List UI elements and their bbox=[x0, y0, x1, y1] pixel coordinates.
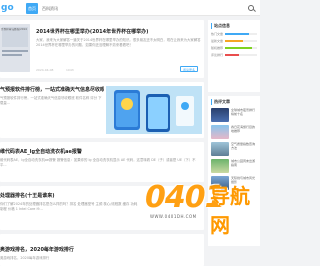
nav-item-baike[interactable]: 百科资讯 bbox=[42, 3, 58, 14]
stat-row[interactable]: 最新文章 bbox=[211, 39, 257, 43]
stat-bar bbox=[225, 40, 243, 42]
article-views: 1043 bbox=[66, 68, 74, 72]
stat-label: 评论排行 bbox=[211, 53, 224, 57]
article-summary: 气预报软件排行榜，一站式准确天气信息尽收眼底 软件名称 评分 下载量... bbox=[0, 96, 102, 105]
hot-article-item[interactable]: 春日花海旅行目的地推荐 bbox=[211, 125, 257, 139]
article-title[interactable]: 气预报软件排行榜，一站式准确天气信息尽收眼底 bbox=[0, 86, 104, 93]
hot-article-item[interactable]: 城市公园周末出游指南 bbox=[211, 159, 257, 173]
stat-bar bbox=[225, 33, 249, 35]
panel-title: 热评文章 bbox=[211, 99, 257, 105]
article-card[interactable]: 维代码表AE_lg全自动洗衣机ae报警 维代码表AE，lg全自动洗衣机ae报警 … bbox=[0, 142, 204, 182]
article-card[interactable]: 气预报软件排行榜，一站式准确天气信息尽收眼底 气预报软件排行榜，一站式准确天气信… bbox=[0, 82, 204, 138]
article-card[interactable]: 奥游戏排名，2020每年游戏排行 奥游戏排名，2020每年游戏排行 bbox=[0, 234, 204, 266]
stat-row[interactable]: 随机推荐 bbox=[211, 46, 257, 50]
site-logo[interactable]: go bbox=[1, 2, 14, 14]
article-title[interactable]: 奥游戏排名，2020每年游戏排行 bbox=[0, 246, 140, 253]
site-stats-panel: 站点信息 热门文章 最新文章 随机推荐 评论排行 bbox=[208, 20, 260, 92]
thumb-caption: 世界杯青岛赛程(2014 bbox=[1, 28, 27, 31]
article-title[interactable]: 2014世界杯在哪里举办(2014年世界杯在哪举办) bbox=[36, 28, 202, 35]
hot-article-title[interactable]: 城市公园周末出游指南 bbox=[229, 159, 257, 173]
hot-article-title[interactable]: 空气质量指数查询方法 bbox=[229, 142, 257, 156]
stat-row[interactable]: 热门文章 bbox=[211, 32, 257, 36]
article-card[interactable]: 世界杯青岛赛程(2014 2014世界杯在哪里举办(2014年世界杯在哪举办) … bbox=[0, 20, 204, 78]
stat-label: 最新文章 bbox=[211, 39, 224, 43]
article-summary: 大家，我来为大家解答一道关于2014世界杯在哪里举办的知识。很多朋友还不太明白，… bbox=[36, 38, 201, 47]
stat-label: 热门文章 bbox=[211, 32, 224, 36]
watermark-url: WWW.0401DH.COM bbox=[150, 214, 197, 219]
search-icon[interactable] bbox=[248, 5, 254, 11]
nav-item-home[interactable]: 首页 bbox=[26, 3, 38, 14]
top-navbar: go 首页 百科资讯 bbox=[0, 0, 260, 16]
hot-article-thumb[interactable] bbox=[211, 108, 229, 122]
article-title[interactable]: 处理器排名(十王是谁来) bbox=[0, 192, 140, 199]
hot-article-item[interactable]: 空气质量指数查询方法 bbox=[211, 142, 257, 156]
read-more-button[interactable]: 阅读更多 bbox=[180, 66, 199, 72]
article-summary: 奥游戏排名，2020每年游戏排行 bbox=[0, 256, 50, 260]
watermark-text: 导航网 bbox=[210, 184, 250, 237]
panel-title: 站点信息 bbox=[211, 23, 257, 29]
hot-article-thumb[interactable] bbox=[211, 125, 229, 139]
hot-article-thumb[interactable] bbox=[211, 142, 229, 156]
article-date: 2024-04-08 bbox=[36, 68, 54, 72]
stat-label: 随机推荐 bbox=[211, 46, 224, 50]
article-summary: 维代码表AE，lg全自动洗衣机ae报警 报警信息：如果你的 lg 全自动洗衣机显… bbox=[0, 158, 196, 167]
stat-bar bbox=[225, 54, 240, 56]
hot-article-item[interactable]: 全球城市夜景排行榜前十名 bbox=[211, 108, 257, 122]
hot-article-thumb[interactable] bbox=[211, 159, 229, 173]
hot-article-title[interactable]: 全球城市夜景排行榜前十名 bbox=[229, 108, 257, 122]
stat-row[interactable]: 评论排行 bbox=[211, 53, 257, 57]
article-title[interactable]: 维代码表AE_lg全自动洗衣机ae报警 bbox=[0, 148, 200, 155]
article-list: 世界杯青岛赛程(2014 2014世界杯在哪里举办(2014年世界杯在哪举办) … bbox=[0, 20, 204, 266]
article-thumbnail[interactable]: 世界杯青岛赛程(2014 bbox=[0, 24, 30, 72]
stat-bar bbox=[225, 47, 253, 49]
weather-app-image[interactable] bbox=[106, 86, 202, 134]
hot-article-title[interactable]: 春日花海旅行目的地推荐 bbox=[229, 125, 257, 139]
article-summary: 你们了解2024年的处理器排名是怎么样的吗？排名 处理器型号 主频 核心/线程数… bbox=[0, 202, 138, 211]
